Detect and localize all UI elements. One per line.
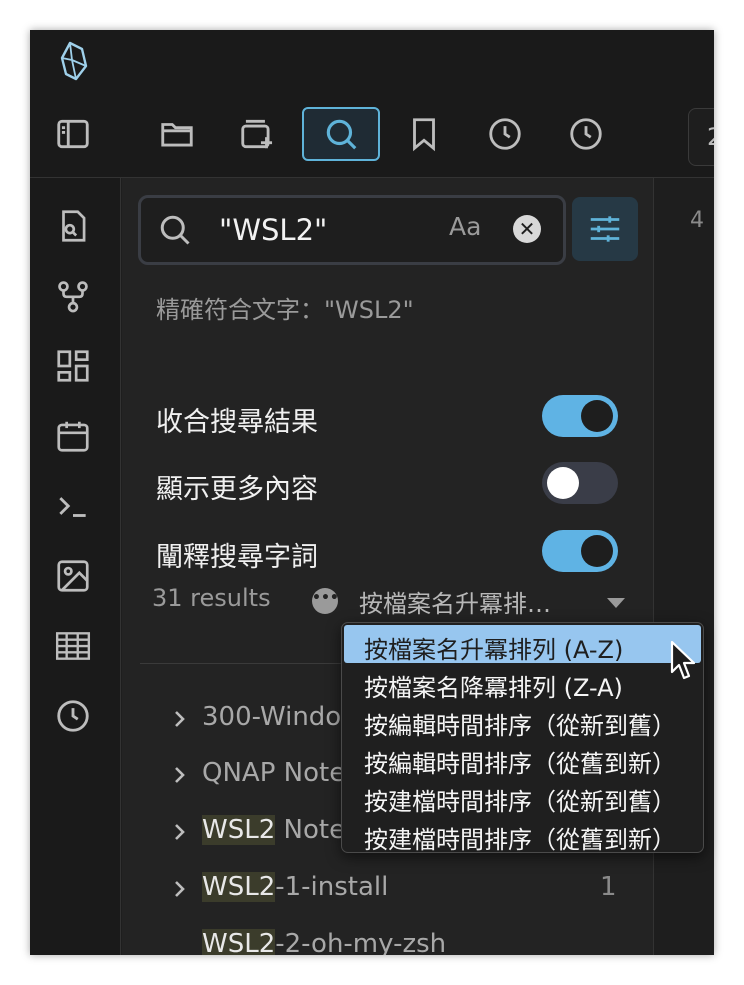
tab-stub[interactable]: 2 [688, 108, 714, 166]
toggle-row-context: 顯示更多內容 [156, 462, 626, 506]
dashboard-icon [57, 350, 89, 382]
table-button[interactable] [51, 624, 95, 668]
sidebar-icon [57, 119, 89, 149]
graph-button[interactable] [51, 274, 95, 318]
sort-option-ctime-old[interactable]: 按建檔時間排序（從舊到新） [342, 815, 703, 854]
search-box: Aa ✕ [138, 195, 566, 265]
sort-option-mtime-old[interactable]: 按編輯時間排序（從舊到新） [342, 739, 703, 778]
dashboard-button[interactable] [51, 344, 95, 388]
result-title: WSL2-2-oh-my-zsh [202, 929, 446, 955]
search-settings-button[interactable] [572, 197, 638, 261]
toggle-knob [581, 535, 613, 567]
folder-icon [161, 123, 193, 147]
search-icon [326, 119, 357, 150]
clear-search-button[interactable]: ✕ [513, 215, 541, 243]
tab-stub-label: 2 [707, 123, 714, 151]
recent-button-2[interactable] [555, 108, 617, 160]
obsidian-logo-icon [60, 41, 88, 81]
chevron-right-icon [175, 881, 185, 897]
sort-option-ctime-new[interactable]: 按建檔時間排序（從新到舊） [342, 777, 703, 816]
sort-dropdown-menu: 按檔案名升冪排列 (A-Z) 按檔案名降冪排列 (Z-A) 按編輯時間排序（從新… [341, 622, 704, 854]
card-plus-icon [241, 119, 273, 149]
chevron-right-icon [175, 824, 185, 840]
toggle-knob [547, 467, 579, 499]
sort-option-name-asc[interactable]: 按檔案名升冪排列 (A-Z) [344, 625, 701, 664]
search-input[interactable] [219, 212, 419, 248]
toggle-label: 收合搜尋結果 [156, 407, 318, 438]
sort-select[interactable]: 按檔案名升冪排… [359, 584, 639, 618]
terminal-icon [59, 497, 86, 517]
toggle-label: 顯示更多內容 [156, 474, 318, 505]
results-count: 31 results [152, 584, 271, 612]
search-ribbon-button[interactable] [302, 107, 380, 161]
title-bar: 2 [30, 30, 714, 178]
bookmark-icon [413, 118, 435, 152]
file-search-icon [62, 210, 86, 242]
clock-icon [570, 118, 602, 150]
exact-match-text: 精確符合文字："WSL2" [156, 296, 414, 324]
clock-icon [57, 700, 89, 732]
image-icon [57, 560, 89, 592]
sort-value: 按檔案名升冪排… [359, 590, 551, 618]
table-icon [55, 632, 91, 660]
terminal-button[interactable] [51, 484, 95, 528]
calendar-icon [57, 421, 89, 452]
sliders-icon [590, 216, 620, 242]
line-number: 4 [690, 208, 704, 233]
history-button[interactable] [51, 694, 95, 738]
dropdown-arrow-icon [607, 598, 625, 608]
left-ribbon [30, 178, 121, 955]
result-item[interactable]: WSL2-2-oh-my-zsh [162, 926, 642, 955]
search-icon [160, 215, 190, 245]
file-search-button[interactable] [51, 204, 95, 248]
chevron-right-icon [175, 711, 185, 727]
toggle-knob [581, 400, 613, 432]
show-more-context-toggle[interactable] [542, 462, 618, 504]
toggle-label: 闡釋搜尋字詞 [156, 542, 318, 573]
result-item[interactable]: WSL2-1-install 1 [162, 869, 642, 909]
recent-button[interactable] [474, 108, 536, 160]
toggle-row-explain: 闡釋搜尋字詞 [156, 530, 626, 574]
new-note-button[interactable] [226, 108, 288, 160]
collapse-results-toggle[interactable] [542, 395, 618, 437]
sort-option-mtime-new[interactable]: 按編輯時間排序（從新到舊） [342, 701, 703, 740]
more-options-button[interactable]: ••• [312, 588, 339, 614]
bookmarks-button[interactable] [393, 108, 455, 160]
result-title: WSL2 Note [202, 815, 346, 845]
sidebar-toggle-button[interactable] [42, 108, 104, 160]
result-title: 300-Windo [202, 702, 342, 732]
chevron-right-icon [175, 767, 185, 783]
image-button[interactable] [51, 554, 95, 598]
toggle-row-collapse: 收合搜尋結果 [156, 395, 626, 439]
result-title: WSL2-1-install [202, 872, 389, 902]
files-button[interactable] [146, 108, 208, 160]
explain-search-toggle[interactable] [542, 530, 618, 572]
mouse-cursor-icon [670, 640, 696, 680]
match-case-button[interactable]: Aa [449, 212, 481, 241]
match-count: 1 [600, 872, 617, 902]
result-title: QNAP Note [202, 758, 346, 788]
graph-icon [58, 281, 88, 313]
calendar-button[interactable] [51, 414, 95, 458]
sort-option-name-desc[interactable]: 按檔案名降冪排列 (Z-A) [342, 663, 703, 702]
clock-icon [489, 118, 521, 150]
